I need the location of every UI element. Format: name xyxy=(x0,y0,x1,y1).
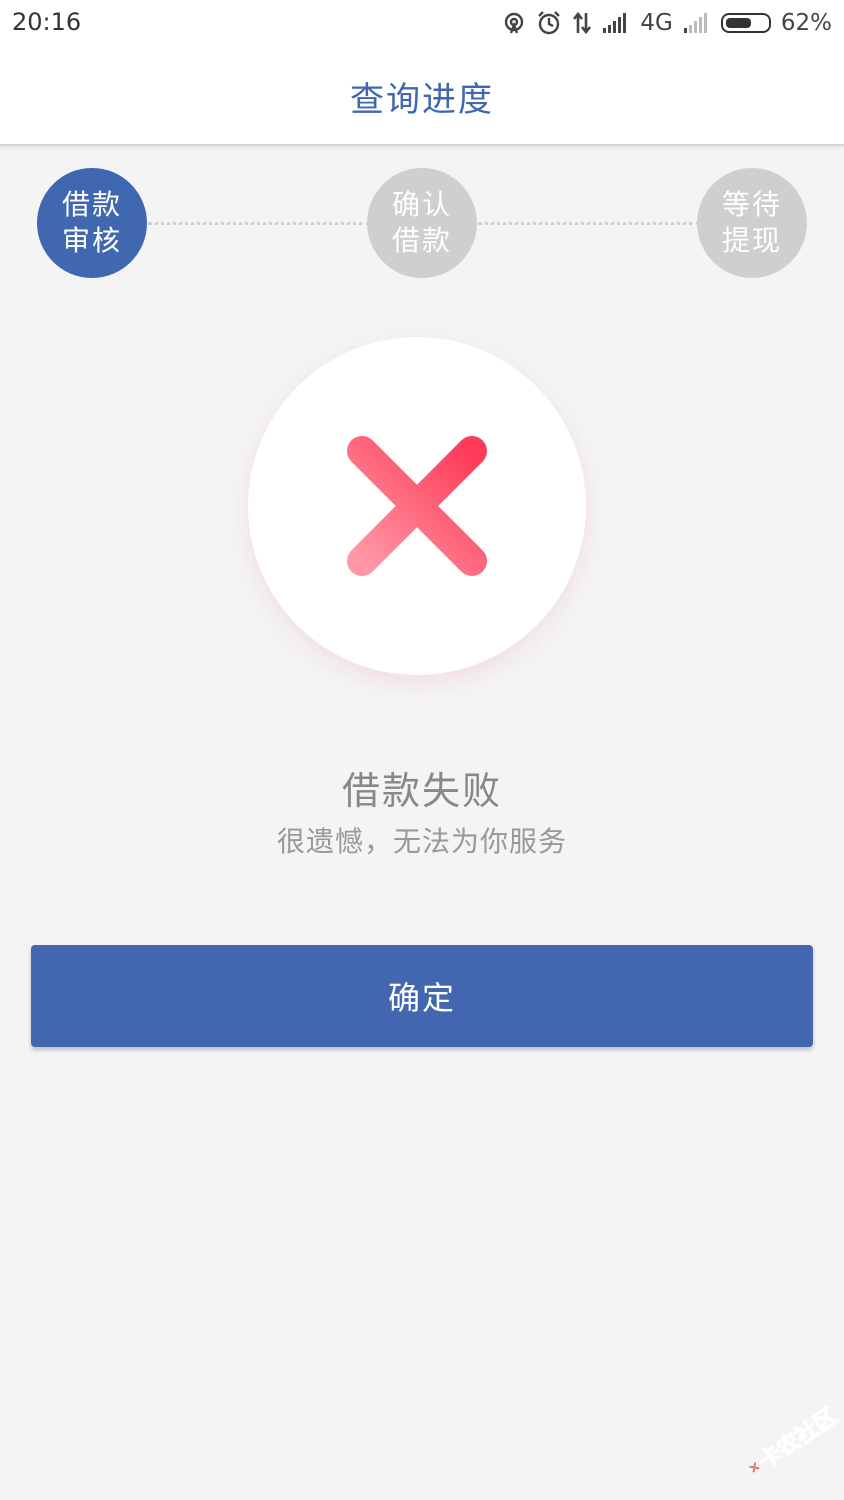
battery-fill xyxy=(725,18,751,28)
step-label-line1: 确认 xyxy=(391,188,452,221)
status-time: 20:16 xyxy=(12,8,82,36)
step-label-line2: 提现 xyxy=(721,224,782,257)
step-loan-review: 借款 审核 xyxy=(37,168,147,278)
page-header: 查询进度 xyxy=(0,48,844,146)
watermark-logo: 卡农社区 xyxy=(731,1384,844,1499)
step-confirm-loan: 确认 借款 xyxy=(367,168,477,278)
signal-icon xyxy=(602,12,630,34)
status-icons: 4G 62% xyxy=(502,6,832,40)
signal-weak-icon xyxy=(683,12,711,34)
step-label-line1: 借款 xyxy=(61,188,122,221)
watermark-text: 卡农社区 xyxy=(755,1404,842,1476)
hotspot-icon xyxy=(502,11,526,35)
step-connector xyxy=(478,222,700,225)
battery-icon xyxy=(720,13,771,33)
close-x-icon xyxy=(347,436,487,576)
result-subtitle: 很遗憾，无法为你服务 xyxy=(276,825,567,858)
alarm-icon xyxy=(536,10,562,36)
result-icon-circle xyxy=(248,337,586,675)
step-label-line1: 等待 xyxy=(721,188,782,221)
step-await-withdrawal: 等待 提现 xyxy=(697,168,807,278)
step-label-line2: 审核 xyxy=(61,224,122,257)
network-type: 4G xyxy=(640,10,673,36)
data-transfer-icon xyxy=(572,11,592,35)
confirm-button[interactable]: 确定 xyxy=(31,945,813,1047)
step-connector xyxy=(148,222,370,225)
status-bar: 20:16 4G 62% xyxy=(0,0,844,48)
progress-steps: 借款 审核 确认 借款 等待 提现 xyxy=(0,168,844,280)
step-label-line2: 借款 xyxy=(391,224,452,257)
battery-percent: 62% xyxy=(780,10,832,36)
page-title: 查询进度 xyxy=(350,80,494,120)
result-title: 借款失败 xyxy=(341,769,502,813)
